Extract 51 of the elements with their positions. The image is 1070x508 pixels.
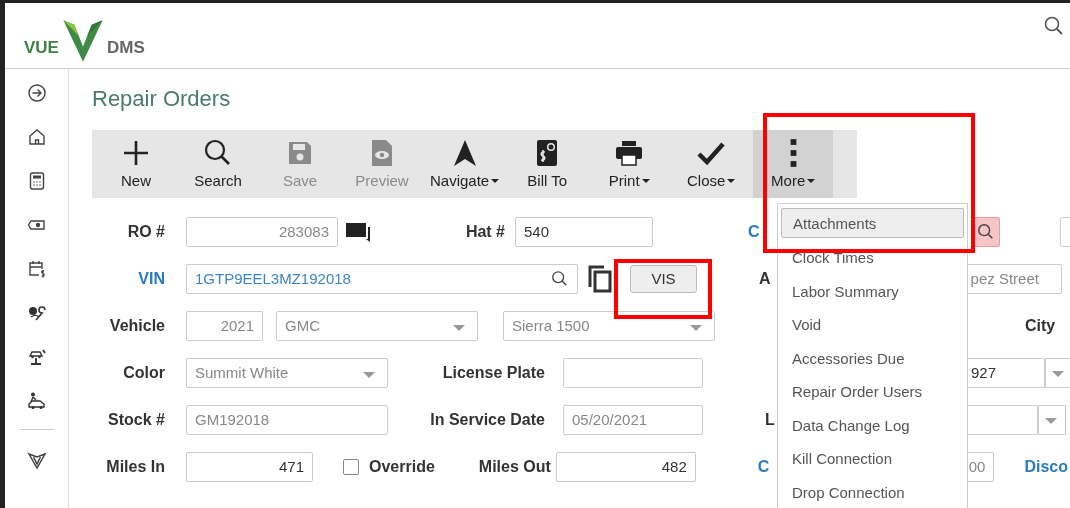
- toolbar-button[interactable]: Print: [589, 130, 670, 198]
- search-icon: [976, 222, 995, 241]
- menu-item[interactable]: Data Change Log: [781, 408, 964, 442]
- hat-number-field[interactable]: 540: [515, 216, 653, 247]
- calendar-dollar-icon[interactable]: [26, 259, 47, 279]
- field-label: License Plate: [441, 363, 545, 382]
- arrow-circle-icon[interactable]: [26, 83, 47, 103]
- field-label: In Service Date: [429, 410, 545, 429]
- toolbar-button[interactable]: Search: [178, 130, 258, 198]
- copy-icon[interactable]: [588, 264, 612, 293]
- toolbar-button[interactable]: More: [753, 130, 834, 198]
- vis-button[interactable]: VIS: [630, 264, 697, 293]
- field-label: Vehicle: [108, 316, 165, 335]
- plus-icon: [121, 138, 151, 168]
- override-checkbox[interactable]: [343, 458, 359, 475]
- field-label: Stock #: [107, 410, 165, 429]
- miles-out-field[interactable]: 482: [555, 451, 696, 482]
- vertical-dots-icon: [789, 138, 797, 168]
- chat-icon[interactable]: [345, 220, 371, 243]
- menu-item[interactable]: Void: [781, 308, 964, 342]
- toolbar-button[interactable]: Navigate: [424, 130, 506, 198]
- field-label: L: [765, 410, 775, 429]
- toolbar-button[interactable]: Bill To: [507, 130, 588, 198]
- search-icon[interactable]: [1044, 15, 1064, 36]
- page-title: Repair Orders: [92, 86, 232, 112]
- field-label: Miles In: [105, 457, 165, 476]
- vin-link[interactable]: VIN: [69, 269, 165, 288]
- license-plate-field[interactable]: [563, 357, 703, 388]
- field-label: C: [748, 222, 760, 241]
- field-label: Hat #: [464, 222, 505, 241]
- person-car-icon[interactable]: [26, 391, 47, 411]
- v-logo-icon[interactable]: [26, 450, 47, 470]
- dropdown-button[interactable]: [1045, 357, 1070, 388]
- field-label: A: [759, 269, 771, 288]
- field-label: Miles Out: [477, 457, 551, 476]
- field-label: City: [1025, 316, 1056, 335]
- toolbar-button[interactable]: New: [96, 130, 176, 198]
- home-icon[interactable]: [26, 127, 47, 147]
- car-lift-icon[interactable]: [26, 347, 47, 367]
- link[interactable]: Disco: [1024, 457, 1068, 476]
- menu-item[interactable]: Attachments: [781, 208, 964, 238]
- vin-field[interactable]: 1GTP9EEL3MZ192018: [186, 263, 578, 294]
- field-label: Color: [122, 363, 165, 382]
- printer-icon: [614, 138, 645, 168]
- field-label: C: [757, 457, 770, 476]
- toolbar-button[interactable]: Close: [671, 130, 752, 198]
- dropdown-button[interactable]: [1037, 404, 1066, 435]
- checkbox-label: Override: [369, 457, 435, 476]
- search-icon[interactable]: [551, 269, 569, 288]
- field-label: RO #: [126, 222, 165, 241]
- miles-in-field[interactable]: 471: [186, 451, 313, 482]
